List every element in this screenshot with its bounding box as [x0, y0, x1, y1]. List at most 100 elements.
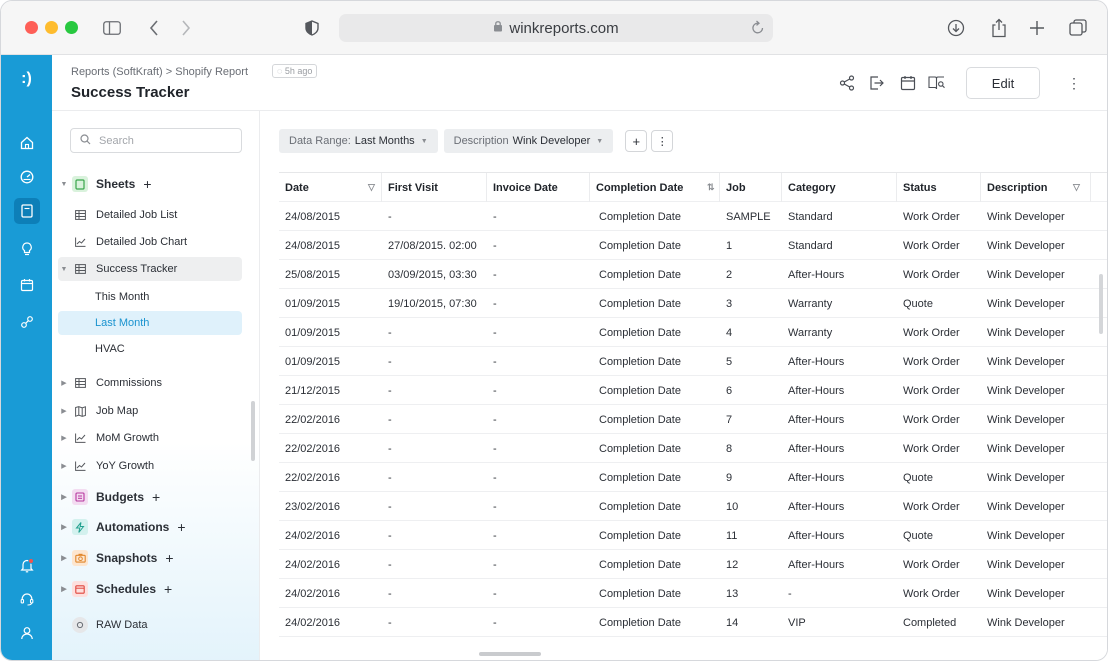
table-row[interactable]: 22/02/2016 - - Completion Date 7 After-Hours W…	[279, 405, 1107, 434]
sidebar-toggle-icon[interactable]	[101, 15, 123, 41]
sidebar-item-hvac[interactable]: HVAC	[58, 337, 242, 361]
chevron-right-icon[interactable]: ▶	[58, 493, 70, 501]
add-filter-button[interactable]: +	[625, 130, 648, 152]
app-logo[interactable]: :)	[1, 70, 52, 88]
table-row[interactable]: 24/08/2015 27/08/2015. 02:00 - Completion D…	[279, 231, 1107, 260]
sidebar-item-detailed-job-chart[interactable]: Detailed Job Chart	[58, 230, 242, 254]
column-header-job[interactable]: Job	[720, 173, 782, 202]
search-input[interactable]	[99, 134, 229, 147]
reload-icon[interactable]	[751, 19, 765, 40]
filter-options-button[interactable]: ⋮	[651, 130, 674, 152]
table-vertical-scrollbar[interactable]	[1099, 274, 1103, 334]
breadcrumb[interactable]: Reports (SoftKraft) > Shopify Report	[71, 66, 248, 78]
back-icon[interactable]	[145, 15, 163, 41]
privacy-shield-icon[interactable]	[303, 15, 321, 41]
filter-icon[interactable]: ▽	[368, 182, 375, 193]
chevron-right-icon[interactable]: ▶	[58, 523, 70, 531]
sidebar-item-this-month[interactable]: This Month	[58, 285, 242, 309]
chevron-right-icon[interactable]: ▶	[58, 434, 70, 442]
dashboard-icon[interactable]	[14, 164, 40, 190]
add-schedule-button[interactable]: +	[164, 581, 172, 597]
column-header-first-visit[interactable]: First Visit	[382, 173, 487, 202]
column-header-completion-date[interactable]: Completion Date ⇅	[590, 173, 720, 202]
chevron-right-icon[interactable]: ▶	[58, 379, 70, 387]
table-row[interactable]: 01/09/2015 - - Completion Date 5 After-Hours W…	[279, 347, 1107, 376]
sidebar-section-budgets[interactable]: ▶ Budgets +	[58, 485, 242, 509]
schedule-icon	[72, 581, 88, 597]
chevron-right-icon[interactable]: ▶	[58, 554, 70, 562]
forward-icon[interactable]	[177, 15, 195, 41]
table-row[interactable]: 24/02/2016 - - Completion Date 14 VIP Complete…	[279, 608, 1107, 637]
add-sheet-button[interactable]: +	[143, 176, 151, 192]
date-range-filter[interactable]: Data Range: Last Months ▼	[279, 129, 438, 153]
chevron-right-icon[interactable]: ▶	[58, 585, 70, 593]
table-row[interactable]: 22/02/2016 - - Completion Date 9 After-Hours Q…	[279, 463, 1107, 492]
sidebar-item-raw-data[interactable]: RAW Data	[58, 613, 242, 637]
downloads-icon[interactable]	[945, 15, 967, 41]
sidebar-item-last-month[interactable]: Last Month	[58, 311, 242, 335]
home-icon[interactable]	[14, 130, 40, 156]
chevron-right-icon[interactable]: ▶	[58, 407, 70, 415]
add-snapshot-button[interactable]: +	[165, 550, 173, 566]
column-header-invoice-date[interactable]: Invoice Date	[487, 173, 590, 202]
new-tab-icon[interactable]	[1027, 15, 1047, 41]
table-row[interactable]: 21/12/2015 - - Completion Date 6 After-Hours W…	[279, 376, 1107, 405]
calendar-rail-icon[interactable]	[14, 272, 40, 298]
notification-icon[interactable]	[14, 552, 40, 578]
sidebar-item-commissions[interactable]: ▶ Commissions	[58, 371, 242, 395]
support-icon[interactable]	[14, 586, 40, 612]
chevron-down-icon[interactable]: ▼	[58, 266, 70, 273]
sidebar-section-schedules[interactable]: ▶ Schedules +	[58, 577, 242, 601]
table-row[interactable]: 23/02/2016 - - Completion Date 10 After-Hours…	[279, 492, 1107, 521]
table-row[interactable]: 24/02/2016 - - Completion Date 11 After-Hours…	[279, 521, 1107, 550]
filter-icon[interactable]: ▽	[1073, 182, 1080, 193]
preview-icon[interactable]	[927, 73, 947, 93]
sidebar-search[interactable]	[70, 128, 242, 153]
table-row[interactable]: 24/08/2015 - - Completion Date SAMPLE Standar…	[279, 202, 1107, 231]
address-bar[interactable]: winkreports.com	[339, 14, 773, 42]
link-icon[interactable]	[14, 309, 40, 335]
sidebar-section-sheets[interactable]: ▼ Sheets +	[58, 172, 242, 196]
description-filter[interactable]: Description Wink Developer ▼	[443, 129, 614, 153]
column-header-date[interactable]: Date ▽	[279, 173, 382, 202]
sidebar-item-mom-growth[interactable]: ▶ MoM Growth	[58, 426, 242, 450]
column-header-status[interactable]: Status	[897, 173, 981, 202]
minimize-window-button[interactable]	[45, 21, 58, 34]
sidebar-item-yoy-growth[interactable]: ▶ YoY Growth	[58, 454, 242, 478]
table-row[interactable]: 25/08/2015 03/09/2015, 03:30 - Completion D…	[279, 260, 1107, 289]
table-row[interactable]: 01/09/2015 19/10/2015, 07:30 - Completion D…	[279, 289, 1107, 318]
table-row[interactable]: 24/02/2016 - - Completion Date 13 - Work Order…	[279, 579, 1107, 608]
add-automation-button[interactable]: +	[177, 519, 185, 535]
add-budget-button[interactable]: +	[152, 489, 160, 505]
maximize-window-button[interactable]	[65, 21, 78, 34]
cell-first-visit: -	[388, 500, 392, 513]
more-options-icon[interactable]: ⋮	[1064, 73, 1084, 93]
share-browser-icon[interactable]	[989, 15, 1009, 41]
tab-overview-icon[interactable]	[1067, 15, 1089, 41]
sort-icon[interactable]: ⇅	[707, 182, 715, 193]
calendar-icon[interactable]	[898, 73, 918, 93]
table-row[interactable]: 22/02/2016 - - Completion Date 8 After-Hours W…	[279, 434, 1107, 463]
table-row[interactable]: 24/02/2016 - - Completion Date 12 After-Hours…	[279, 550, 1107, 579]
cell-date: 22/02/2016	[285, 471, 341, 484]
sidebar-section-automations[interactable]: ▶ Automations +	[58, 515, 242, 539]
column-header-description[interactable]: Description ▽	[981, 173, 1091, 202]
export-icon[interactable]	[867, 73, 887, 93]
user-icon[interactable]	[14, 620, 40, 646]
chevron-right-icon[interactable]: ▶	[58, 462, 70, 470]
table-horizontal-scrollbar[interactable]	[479, 652, 541, 656]
bulb-icon[interactable]	[14, 236, 40, 262]
sidebar-item-job-map[interactable]: ▶ Job Map	[58, 399, 242, 423]
share-icon[interactable]	[837, 73, 857, 93]
sidebar-scrollbar[interactable]	[251, 401, 255, 461]
chevron-down-icon[interactable]: ▼	[58, 181, 70, 188]
column-header-category[interactable]: Category	[782, 173, 897, 202]
sidebar-item-detailed-job-list[interactable]: Detailed Job List	[58, 203, 242, 227]
sidebar-item-success-tracker[interactable]: ▼ Success Tracker	[58, 257, 242, 281]
cell-status: Completed	[903, 616, 957, 629]
edit-button[interactable]: Edit	[966, 67, 1040, 99]
sidebar-section-snapshots[interactable]: ▶ Snapshots +	[58, 546, 242, 570]
reports-icon[interactable]	[14, 198, 40, 224]
table-row[interactable]: 01/09/2015 - - Completion Date 4 Warranty Work…	[279, 318, 1107, 347]
close-window-button[interactable]	[25, 21, 38, 34]
